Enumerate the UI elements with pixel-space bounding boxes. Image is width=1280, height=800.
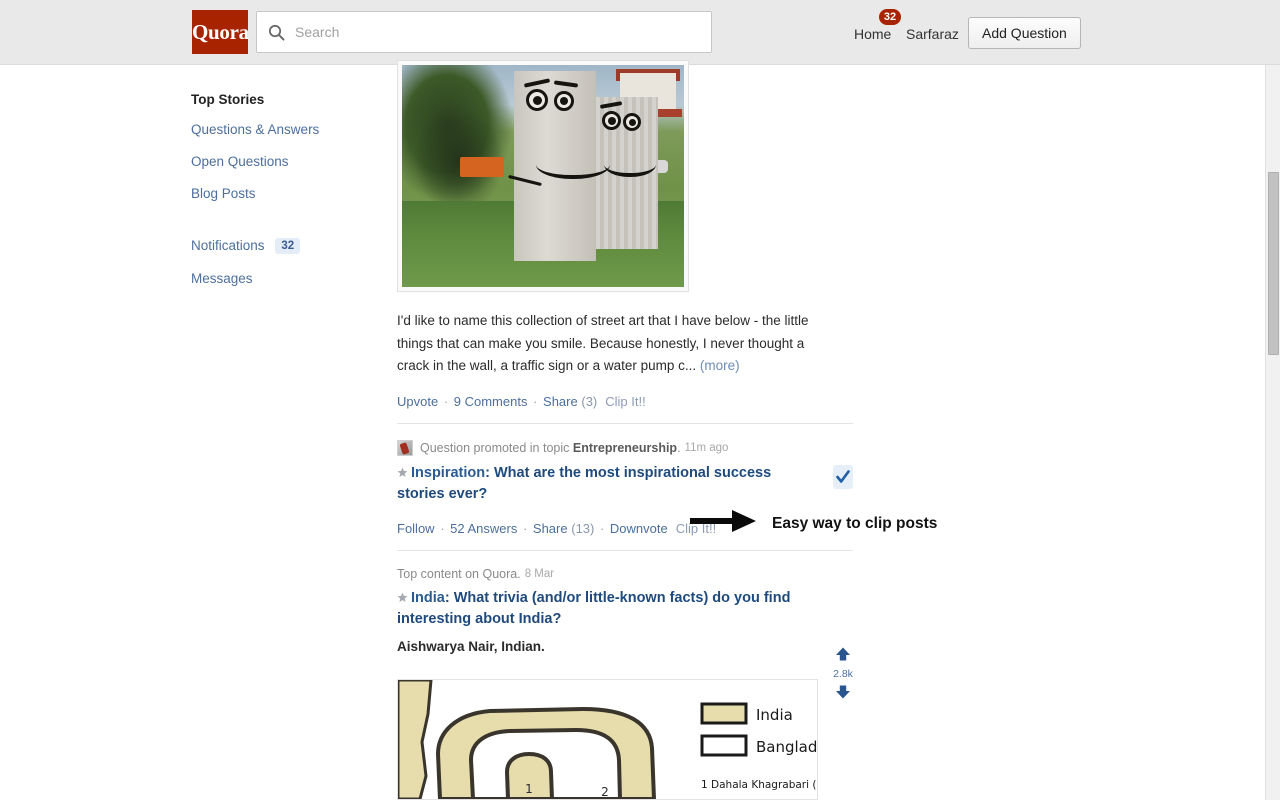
graffiti-mouth-box [604,151,656,177]
map-graphic: 1 2 India Bangladesh 1 Dahala Khagrabari… [398,680,817,799]
post-body-text: I'd like to name this collection of stre… [397,310,817,378]
promoted-timestamp: 11m ago [684,441,729,454]
sidebar-item-open-questions[interactable]: Open Questions [191,154,371,169]
question-topic[interactable]: Inspiration [411,465,485,481]
scrollbar-thumb[interactable] [1268,172,1279,355]
promoted-context-row: Question promoted in topic Entrepreneurs… [397,439,853,456]
post-more-link[interactable]: (more) [700,358,740,373]
feed-post-street-art: I'd like to name this collection of stre… [397,60,853,424]
clip-it-button[interactable]: Clip It!! [605,394,645,409]
vote-widget: 2.8k [832,646,854,705]
comments-link[interactable]: 9 Comments [454,394,528,409]
post-body: I'd like to name this collection of stre… [397,313,809,373]
india-bangladesh-enclave-map[interactable]: 1 2 India Bangladesh 1 Dahala Khagrabari… [397,679,818,800]
share-count: (13) [571,520,595,536]
question-title-inspiration[interactable]: Inspiration: What are the most inspirati… [397,463,817,505]
clip-check-badge[interactable] [833,465,853,489]
orange-van [460,157,504,177]
sidebar-title: Top Stories [191,92,265,107]
graffiti-mouth [536,149,610,179]
quora-logo[interactable]: Quora [192,10,249,54]
top-content-prefix: Top content on Quora. [397,566,521,581]
question-topic[interactable]: India [411,590,445,606]
page-scrollbar[interactable] [1265,65,1280,800]
share-button[interactable]: Share [543,394,578,409]
post-image-card[interactable] [397,60,689,292]
feed-post-india: Top content on Quora. 8 Mar India: What … [397,567,853,654]
graffiti-pupil-box-left [608,117,616,125]
post-divider [397,422,853,424]
share-button[interactable]: Share [533,521,568,536]
annotation-arrow-icon [690,508,758,539]
enclave-label-1: 1 [525,782,533,796]
nav-user-link[interactable]: Sarfaraz [906,26,959,42]
downvote-arrow-icon[interactable] [834,685,852,704]
sidebar-nav: Top Stories Questions & Answers Open Que… [191,92,371,303]
top-content-context-row: Top content on Quora. 8 Mar [397,567,853,581]
sidebar-notifications-label: Notifications [191,238,265,253]
search-icon [268,24,285,41]
topic-avatar-icon [397,439,413,456]
share-count: (3) [581,393,598,409]
annotation-text: Easy way to clip posts [772,514,938,532]
promoted-punct: . [677,440,681,455]
question-title-india[interactable]: India: What trivia (and/or little-known … [397,588,817,630]
street-art-photo [402,65,684,287]
sidebar-notifications-badge: 32 [275,238,301,254]
answers-link[interactable]: 52 Answers [450,521,517,536]
search-input[interactable] [293,12,703,52]
enclave-label-2: 2 [601,785,609,799]
post-divider [397,549,853,551]
promoted-topic-link[interactable]: Entrepreneurship [573,441,677,455]
answer-author[interactable]: Aishwarya Nair, Indian. [397,639,853,654]
legend-label-bangladesh: Bangladesh [756,738,817,756]
question-text: : What trivia (and/or little-known facts… [397,589,791,627]
add-question-button[interactable]: Add Question [968,17,1081,49]
header-notification-badge[interactable]: 32 [879,9,901,25]
graffiti-pupil-right [560,97,568,105]
downvote-button[interactable]: Downvote [610,521,668,536]
follow-button[interactable]: Follow [397,521,435,536]
upvote-arrow-icon[interactable] [834,647,852,666]
annotation-callout: Easy way to clip posts [690,508,937,539]
map-caption: 1 Dahala Khagrabari (IND) [701,779,817,791]
sidebar-item-notifications[interactable]: Notifications 32 [191,238,371,254]
upvote-button[interactable]: Upvote [397,394,438,409]
sidebar-item-questions-answers[interactable]: Questions & Answers [191,122,371,137]
graffiti-pupil-box-right [629,119,636,126]
promoted-prefix: Question promoted in topic [420,440,570,455]
post-actions-row: Upvote · 9 Comments · Share (3) Clip It!! [397,393,646,409]
story-feed: I'd like to name this collection of stre… [397,60,853,654]
sidebar-item-messages[interactable]: Messages [191,271,371,286]
sidebar-item-blog-posts[interactable]: Blog Posts [191,186,371,201]
graffiti-pupil-left [533,96,542,105]
star-icon [397,589,408,602]
legend-label-india: India [756,706,793,724]
top-header-bar: Quora Home 32 Sarfaraz Add Question [0,0,1280,65]
star-icon [397,464,408,477]
nav-home-link[interactable]: Home [854,26,891,42]
top-content-timestamp: 8 Mar [524,567,555,580]
search-box[interactable] [256,11,712,53]
vote-count: 2.8k [833,668,853,680]
